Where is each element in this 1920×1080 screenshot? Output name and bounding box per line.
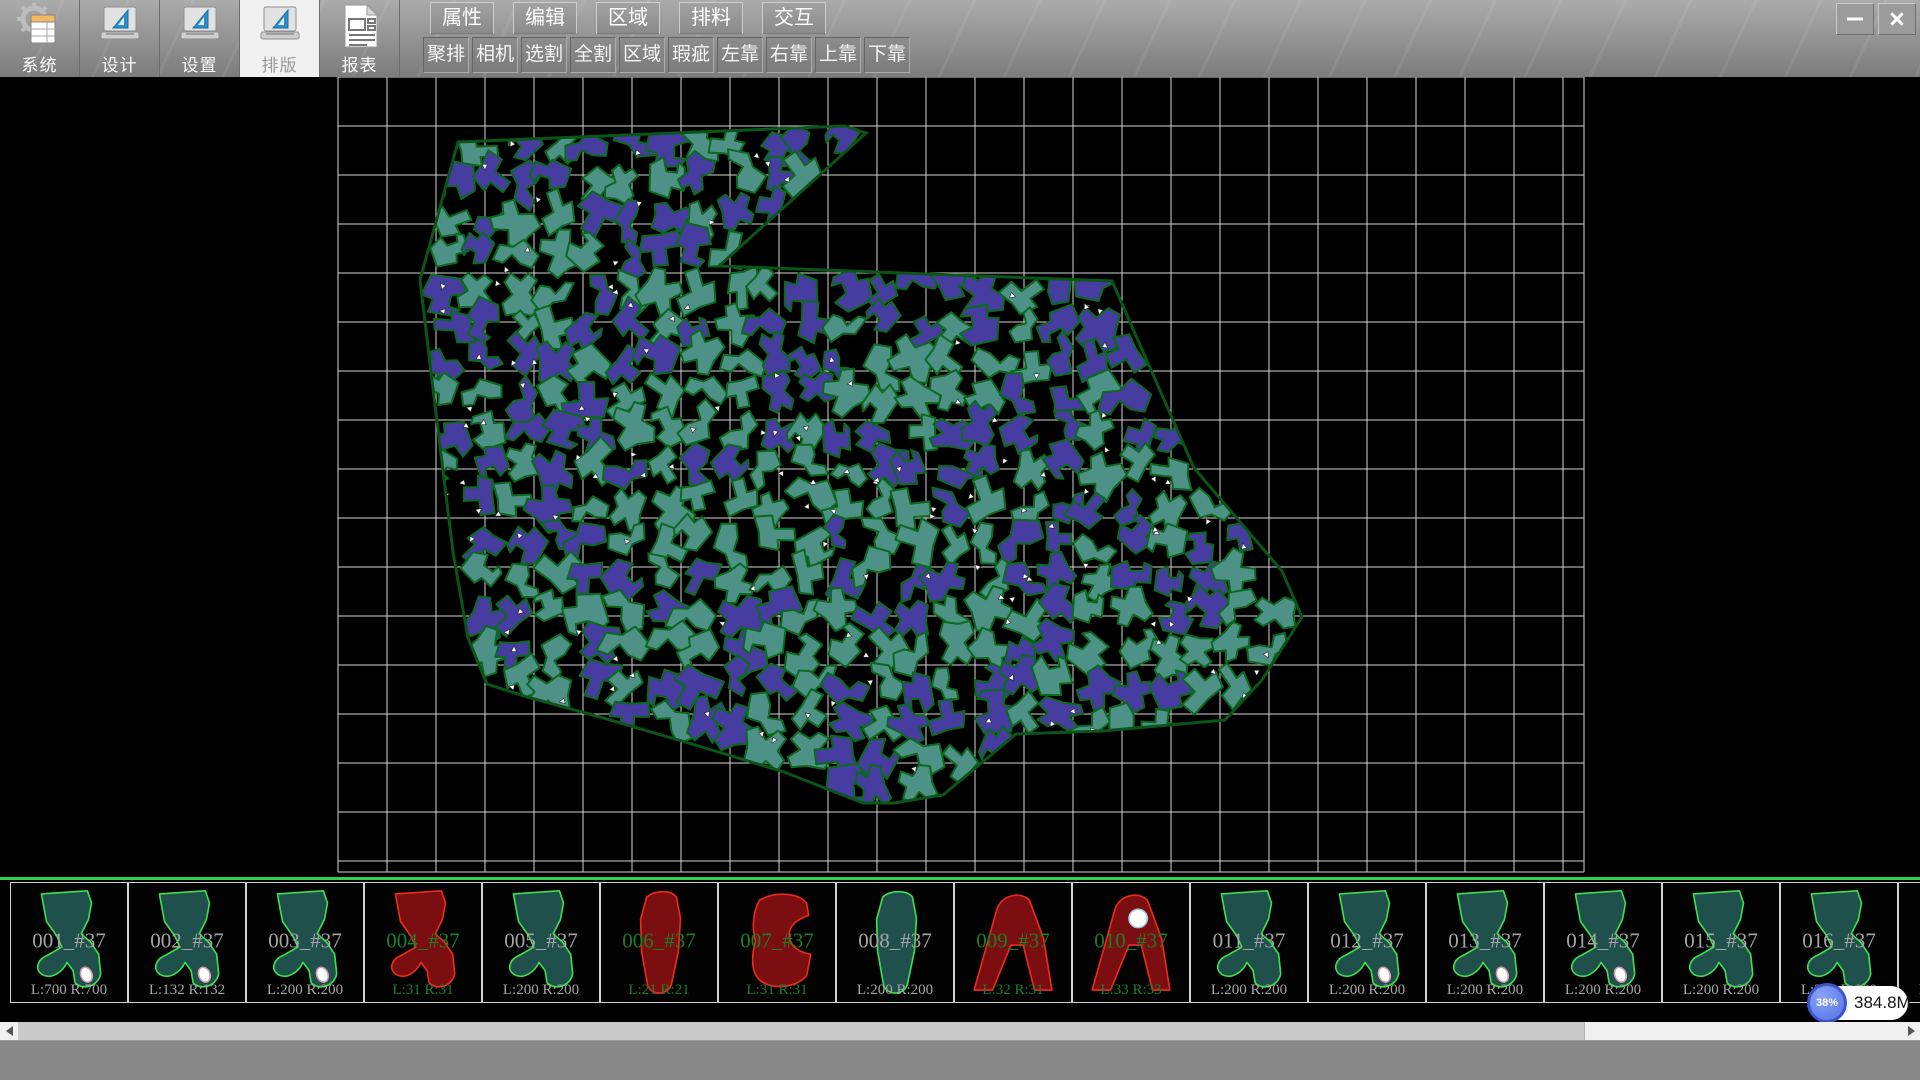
nesting-ruler-icon <box>257 3 303 49</box>
tool-button-2[interactable]: 相机 <box>472 37 518 73</box>
right-arrow-icon <box>1908 1026 1915 1036</box>
piece-shape <box>495 887 587 999</box>
thumb-cell-005_#37[interactable]: 005_#37L:200 R:200 <box>482 882 600 1003</box>
app-button-label: 报表 <box>342 51 378 76</box>
app-window: 系统 设计 设置 排版 报表 属性编辑区域排料交互 聚排相机选割全割区域瑕疵左靠… <box>0 0 1920 1080</box>
tool-row: 聚排相机选割全割区域瑕疵左靠右靠上靠下靠 <box>423 37 910 73</box>
scrollbar-thumb[interactable] <box>18 1022 1585 1040</box>
tool-button-5[interactable]: 区域 <box>619 37 665 73</box>
minimize-button[interactable] <box>1836 3 1874 35</box>
piece-shape <box>1321 887 1413 999</box>
menu-button-4[interactable]: 排料 <box>679 2 743 34</box>
piece-shape <box>1793 887 1885 999</box>
tool-button-3[interactable]: 选割 <box>521 37 567 73</box>
piece-shape <box>967 887 1059 999</box>
app-button-label: 排版 <box>262 51 298 76</box>
app-button-5[interactable]: 报表 <box>320 0 400 77</box>
thumb-cell-002_#37[interactable]: 002_#37L:132 R:132 <box>128 882 246 1003</box>
piece-shape <box>1557 887 1649 999</box>
thumb-cell-008_#37[interactable]: 008_#37L:200 R:200 <box>836 882 954 1003</box>
app-button-2[interactable]: 设计 <box>80 0 160 77</box>
thumb-cell-011_#37[interactable]: 011_#37L:200 R:200 <box>1190 882 1308 1003</box>
horizontal-scrollbar <box>0 1022 1920 1040</box>
thumb-cell-009_#37[interactable]: 009_#37L:32 R:31 <box>954 882 1072 1003</box>
app-mode-buttons: 系统 设计 设置 排版 报表 <box>0 0 400 77</box>
piece-shape <box>613 887 705 999</box>
thumb-cell-015_#37[interactable]: 015_#37L:200 R:200 <box>1662 882 1780 1003</box>
menu-button-3[interactable]: 区域 <box>596 2 660 34</box>
tool-button-7[interactable]: 左靠 <box>717 37 763 73</box>
left-arrow-icon <box>6 1026 13 1036</box>
app-button-4[interactable]: 排版 <box>240 0 320 77</box>
system-gear-icon <box>17 3 63 49</box>
piece-shape <box>377 887 469 999</box>
thumb-cell-012_#37[interactable]: 012_#37L:200 R:200 <box>1308 882 1426 1003</box>
memory-percent-badge: 38% <box>1807 983 1847 1023</box>
tool-button-4[interactable]: 全割 <box>570 37 616 73</box>
app-button-label: 系统 <box>22 51 58 76</box>
status-bar <box>0 1040 1920 1080</box>
piece-thumbnail-strip: 001_#37L:700 R:700002_#37L:132 R:132003_… <box>0 880 1920 1022</box>
design-ruler-icon <box>97 3 143 49</box>
menu-button-2[interactable]: 编辑 <box>513 2 577 34</box>
nesting-canvas[interactable] <box>0 77 1920 877</box>
piece-shape <box>1203 887 1295 999</box>
app-button-1[interactable]: 系统 <box>0 0 80 77</box>
thumb-cell-017_#37[interactable]: 017_#37L:200 R:200 <box>1898 882 1920 1003</box>
ribbon-toolbar: 系统 设计 设置 排版 报表 属性编辑区域排料交互 聚排相机选割全割区域瑕疵左靠… <box>0 0 1920 78</box>
piece-shape <box>849 887 941 999</box>
scroll-left-arrow[interactable] <box>0 1022 18 1040</box>
tool-button-6[interactable]: 瑕疵 <box>668 37 714 73</box>
memory-badge: 38% 384.8M <box>1810 986 1908 1020</box>
piece-shape <box>259 887 351 999</box>
piece-shape <box>23 887 115 999</box>
thumb-cell-007_#37[interactable]: 007_#37L:31 R:31 <box>718 882 836 1003</box>
settings-ruler-icon <box>177 3 223 49</box>
tool-button-8[interactable]: 右靠 <box>766 37 812 73</box>
app-button-label: 设计 <box>102 51 138 76</box>
piece-shape <box>731 887 823 999</box>
report-doc-icon <box>337 3 383 49</box>
piece-shape <box>141 887 233 999</box>
memory-value: 384.8M <box>1854 993 1911 1013</box>
tool-button-9[interactable]: 上靠 <box>815 37 861 73</box>
menu-row: 属性编辑区域排料交互 <box>430 2 826 34</box>
piece-shape <box>1675 887 1767 999</box>
menu-button-1[interactable]: 属性 <box>430 2 494 34</box>
minimize-icon <box>1847 18 1863 21</box>
tool-button-10[interactable]: 下靠 <box>864 37 910 73</box>
piece-shape <box>1439 887 1531 999</box>
thumb-cell-001_#37[interactable]: 001_#37L:700 R:700 <box>10 882 128 1003</box>
app-button-label: 设置 <box>182 51 218 76</box>
scroll-right-arrow[interactable] <box>1902 1022 1920 1040</box>
window-controls <box>1836 3 1916 35</box>
thumb-cell-004_#37[interactable]: 004_#37L:31 R:31 <box>364 882 482 1003</box>
menu-button-5[interactable]: 交互 <box>762 2 826 34</box>
thumb-cell-013_#37[interactable]: 013_#37L:200 R:200 <box>1426 882 1544 1003</box>
thumb-cell-006_#37[interactable]: 006_#37L:21 R:21 <box>600 882 718 1003</box>
app-button-3[interactable]: 设置 <box>160 0 240 77</box>
thumb-cell-003_#37[interactable]: 003_#37L:200 R:200 <box>246 882 364 1003</box>
close-button[interactable] <box>1878 3 1916 35</box>
piece-shape <box>1085 887 1177 999</box>
piece-shape <box>1911 887 1920 999</box>
tool-button-1[interactable]: 聚排 <box>423 37 469 73</box>
canvas-svg <box>0 77 1920 877</box>
thumb-cell-010_#37[interactable]: 010_#37L:33 R:33 <box>1072 882 1190 1003</box>
thumb-cell-016_#37[interactable]: 016_#37L:200 R:200 <box>1780 882 1898 1003</box>
thumb-cell-014_#37[interactable]: 014_#37L:200 R:200 <box>1544 882 1662 1003</box>
